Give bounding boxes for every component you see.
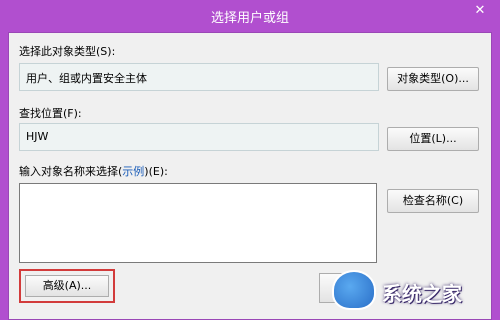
check-names-button[interactable]: 检查名称(C) <box>387 189 479 213</box>
location-field: HJW <box>19 123 379 151</box>
object-type-label: 选择此对象类型(S): <box>19 45 116 58</box>
object-names-input[interactable] <box>19 183 377 263</box>
object-type-field: 用户、组或内置安全主体 <box>19 63 379 91</box>
names-label: 输入对象名称来选择(示例)(E): <box>19 163 168 179</box>
names-label-prefix: 输入对象名称来选择( <box>19 165 123 178</box>
examples-link[interactable]: 示例 <box>122 165 144 178</box>
close-icon[interactable]: ✕ <box>468 0 492 22</box>
advanced-button-highlight: 高级(A)... <box>19 269 115 303</box>
windows-logo-icon <box>332 270 376 310</box>
location-label: 查找位置(F): <box>19 107 82 120</box>
watermark: 系统之家 <box>330 268 490 314</box>
names-label-suffix: )(E): <box>144 165 168 178</box>
locations-button[interactable]: 位置(L)... <box>387 127 479 151</box>
watermark-text: 系统之家 <box>382 282 462 306</box>
advanced-button[interactable]: 高级(A)... <box>25 275 109 297</box>
title-bar: 选择用户或组 ✕ <box>0 0 500 32</box>
object-types-button[interactable]: 对象类型(O)... <box>387 67 479 91</box>
window-title: 选择用户或组 <box>210 11 289 26</box>
